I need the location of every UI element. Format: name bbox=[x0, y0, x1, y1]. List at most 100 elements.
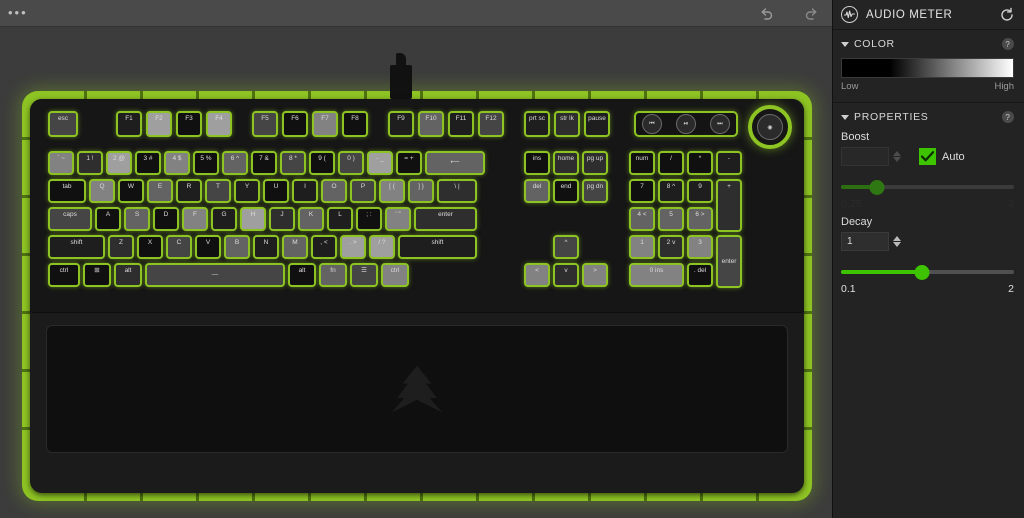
key-9[interactable]: 9 bbox=[687, 179, 713, 203]
key-tab[interactable]: tab bbox=[48, 179, 86, 203]
key-l[interactable]: L bbox=[327, 207, 353, 231]
key-fn[interactable]: fn bbox=[319, 263, 347, 287]
key-m[interactable]: M bbox=[282, 235, 308, 259]
color-section-header[interactable]: COLOR ? bbox=[841, 38, 1014, 50]
key-[interactable]: + bbox=[716, 179, 742, 232]
key-6[interactable]: 6 > bbox=[687, 207, 713, 231]
key-pgup[interactable]: pg up bbox=[582, 151, 608, 175]
key-5[interactable]: 5 % bbox=[193, 151, 219, 175]
key-w[interactable]: W bbox=[118, 179, 144, 203]
key-d[interactable]: D bbox=[153, 207, 179, 231]
key-j[interactable]: J bbox=[269, 207, 295, 231]
undo-icon[interactable] bbox=[756, 3, 778, 25]
key-9[interactable]: 9 ( bbox=[309, 151, 335, 175]
key-f8[interactable]: F8 bbox=[342, 111, 368, 137]
key-h[interactable]: H bbox=[240, 207, 266, 231]
key-8[interactable]: 8 * bbox=[280, 151, 306, 175]
ellipsis-icon[interactable]: ••• bbox=[8, 6, 28, 19]
key-f11[interactable]: F11 bbox=[448, 111, 474, 137]
key-2v[interactable]: 2 v bbox=[658, 235, 684, 259]
key-a[interactable]: A bbox=[95, 207, 121, 231]
key-q[interactable]: Q bbox=[89, 179, 115, 203]
key-[interactable]: * bbox=[687, 151, 713, 175]
key-prtsc[interactable]: prt sc bbox=[524, 111, 550, 137]
key-0ins[interactable]: 0 ins bbox=[629, 263, 684, 287]
key-3[interactable]: 3 bbox=[687, 235, 713, 259]
key-[interactable]: ` ~ bbox=[48, 151, 74, 175]
stepper-up-icon[interactable] bbox=[893, 236, 901, 241]
boost-slider[interactable] bbox=[841, 178, 1014, 196]
key-v[interactable]: v bbox=[553, 263, 579, 287]
key-f12[interactable]: F12 bbox=[478, 111, 504, 137]
key-f6[interactable]: F6 bbox=[282, 111, 308, 137]
key-[interactable]: ^ bbox=[553, 235, 579, 259]
boost-slider-thumb[interactable] bbox=[869, 180, 885, 195]
key-[interactable]: ⊞ bbox=[83, 263, 111, 287]
key-4[interactable]: 4 $ bbox=[164, 151, 190, 175]
key-[interactable]: ☰ bbox=[350, 263, 378, 287]
key-strlk[interactable]: str lk bbox=[554, 111, 580, 137]
key-f2[interactable]: F2 bbox=[146, 111, 172, 137]
key-[interactable]: = + bbox=[396, 151, 422, 175]
key-alt[interactable]: alt bbox=[288, 263, 316, 287]
key-shift[interactable]: shift bbox=[48, 235, 105, 259]
key-8[interactable]: 8 ^ bbox=[658, 179, 684, 203]
key-1[interactable]: 1 ! bbox=[77, 151, 103, 175]
key-num[interactable]: num bbox=[629, 151, 655, 175]
properties-section-header[interactable]: PROPERTIES ? bbox=[841, 111, 1014, 123]
key-f10[interactable]: F10 bbox=[418, 111, 444, 137]
key-f7[interactable]: F7 bbox=[312, 111, 338, 137]
key-2[interactable]: 2 @ bbox=[106, 151, 132, 175]
razer-keyboard[interactable]: ⏮ ⏯ ⏭ ◉ esc F1 F2 F3 F4 F5 F6 F7 F8 F9 F10 F11 F12 pr… bbox=[22, 53, 812, 502]
key-5[interactable]: 5 bbox=[658, 207, 684, 231]
key-3[interactable]: 3 # bbox=[135, 151, 161, 175]
key-ins[interactable]: ins bbox=[524, 151, 550, 175]
key-del[interactable]: . del bbox=[687, 263, 713, 287]
key-u[interactable]: U bbox=[263, 179, 289, 203]
stepper-up-icon[interactable] bbox=[893, 151, 901, 156]
key-f1[interactable]: F1 bbox=[116, 111, 142, 137]
key-esc[interactable]: esc bbox=[48, 111, 78, 137]
key-y[interactable]: Y bbox=[234, 179, 260, 203]
key-p[interactable]: P bbox=[350, 179, 376, 203]
key-v[interactable]: V bbox=[195, 235, 221, 259]
media-previous-key[interactable]: ⏮ bbox=[642, 114, 662, 134]
redo-icon[interactable] bbox=[800, 3, 822, 25]
decay-stepper[interactable] bbox=[893, 236, 901, 247]
key-7[interactable]: 7 bbox=[629, 179, 655, 203]
key-t[interactable]: T bbox=[205, 179, 231, 203]
key-1[interactable]: 1 bbox=[629, 235, 655, 259]
key-enter[interactable]: enter bbox=[414, 207, 477, 231]
help-icon[interactable]: ? bbox=[1002, 38, 1014, 50]
key-ctrl[interactable]: ctrl bbox=[48, 263, 80, 287]
key-[interactable]: ⟵ bbox=[425, 151, 485, 175]
key-pgdn[interactable]: pg dn bbox=[582, 179, 608, 203]
key-[interactable]: . > bbox=[340, 235, 366, 259]
key-[interactable]: - bbox=[716, 151, 742, 175]
key-f3[interactable]: F3 bbox=[176, 111, 202, 137]
help-icon[interactable]: ? bbox=[1002, 111, 1014, 123]
key-6[interactable]: 6 ^ bbox=[222, 151, 248, 175]
key-ctrl[interactable]: ctrl bbox=[381, 263, 409, 287]
key-f5[interactable]: F5 bbox=[252, 111, 278, 137]
key-c[interactable]: C bbox=[166, 235, 192, 259]
key-end[interactable]: end bbox=[553, 179, 579, 203]
key-f[interactable]: F bbox=[182, 207, 208, 231]
stepper-down-icon[interactable] bbox=[893, 157, 901, 162]
key-home[interactable]: home bbox=[553, 151, 579, 175]
key-alt[interactable]: alt bbox=[114, 263, 142, 287]
key-[interactable]: — bbox=[145, 263, 285, 287]
boost-auto-toggle[interactable]: Auto bbox=[919, 148, 965, 165]
key-k[interactable]: K bbox=[298, 207, 324, 231]
decay-slider-thumb[interactable] bbox=[914, 265, 930, 280]
key-[interactable]: > bbox=[582, 263, 608, 287]
key-[interactable]: ' " bbox=[385, 207, 411, 231]
key-[interactable]: / bbox=[658, 151, 684, 175]
chevron-down-icon[interactable] bbox=[841, 114, 849, 120]
checkbox-checked-icon[interactable] bbox=[919, 148, 936, 165]
stepper-down-icon[interactable] bbox=[893, 242, 901, 247]
media-play-pause-key[interactable]: ⏯ bbox=[676, 114, 696, 134]
key-0[interactable]: 0 ) bbox=[338, 151, 364, 175]
key-[interactable]: ; : bbox=[356, 207, 382, 231]
key-[interactable]: [ { bbox=[379, 179, 405, 203]
